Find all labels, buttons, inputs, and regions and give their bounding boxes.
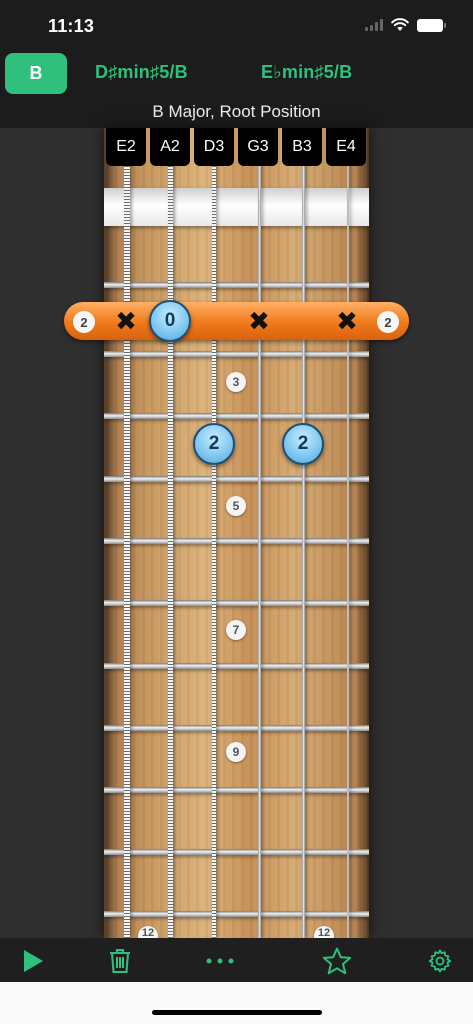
string-b3[interactable] <box>302 128 305 938</box>
star-icon[interactable] <box>322 946 352 976</box>
string-label-e4[interactable]: E4 <box>326 128 366 166</box>
mute-icon-g3[interactable]: ✖ <box>245 307 273 335</box>
string-e4[interactable] <box>347 128 349 938</box>
fret-wire <box>104 663 369 669</box>
fret-wire <box>104 787 369 793</box>
status-icons <box>365 18 446 32</box>
string-label-g3[interactable]: G3 <box>238 128 278 166</box>
fret-wire <box>104 476 369 482</box>
more-icon[interactable] <box>205 946 235 976</box>
finger-b3-fret2[interactable]: 2 <box>282 423 324 465</box>
battery-icon <box>417 18 446 32</box>
status-bar: 11:13 <box>0 0 473 50</box>
string-label-a2[interactable]: A2 <box>150 128 190 166</box>
fret-marker-5: 5 <box>226 496 246 516</box>
bottom-toolbar <box>0 938 473 982</box>
string-label-d3[interactable]: D3 <box>194 128 234 166</box>
app-root: 11:13 B D♯min♯5/B E♭min♯5/B B Major, Roo… <box>0 0 473 1024</box>
fret-wire <box>104 282 369 288</box>
chord-header: B D♯min♯5/B E♭min♯5/B B Major, Root Posi… <box>0 50 473 128</box>
string-label-e2[interactable]: E2 <box>106 128 146 166</box>
wood-grain <box>104 128 369 938</box>
gear-icon[interactable] <box>425 946 455 976</box>
barre-left-fret-label: 2 <box>73 311 95 333</box>
string-label-b3[interactable]: B3 <box>282 128 322 166</box>
wifi-icon <box>391 18 409 31</box>
fret-wire <box>104 600 369 606</box>
trash-icon[interactable] <box>105 946 135 976</box>
home-indicator[interactable] <box>152 1010 322 1015</box>
selected-chord-button[interactable]: B <box>5 53 67 94</box>
fretboard[interactable]: E2 A2 D3 G3 B3 E4 3 5 7 9 12 12 <box>104 128 369 938</box>
fret-wire <box>104 538 369 544</box>
fret-wire <box>104 911 369 917</box>
fret-marker-3: 3 <box>226 372 246 392</box>
barre-right-fret-label: 2 <box>377 311 399 333</box>
mute-icon-e4[interactable]: ✖ <box>333 307 361 335</box>
fret-wire <box>104 725 369 731</box>
cellular-signal-icon <box>365 19 383 31</box>
nut <box>104 188 369 226</box>
alt-chord-button-1[interactable]: D♯min♯5/B <box>95 62 188 83</box>
fret-marker-9: 9 <box>226 742 246 762</box>
chord-name-label: B Major, Root Position <box>152 102 321 121</box>
fret-wire <box>104 413 369 419</box>
open-string-a2[interactable]: 0 <box>149 300 191 342</box>
string-a2[interactable] <box>168 128 173 938</box>
play-icon[interactable] <box>18 946 48 976</box>
string-d3[interactable] <box>212 128 216 938</box>
finger-d3-fret2[interactable]: 2 <box>193 423 235 465</box>
home-indicator-area <box>0 982 473 1024</box>
fret-marker-7: 7 <box>226 620 246 640</box>
fret-wire <box>104 849 369 855</box>
barre-bar[interactable]: 2 ✖ ✖ ✖ 2 <box>64 302 409 340</box>
string-e2[interactable] <box>124 128 130 938</box>
fret-wire <box>104 351 369 357</box>
mute-icon-e2[interactable]: ✖ <box>112 307 140 335</box>
string-g3[interactable] <box>258 128 261 938</box>
alt-chord-button-2[interactable]: E♭min♯5/B <box>261 62 352 83</box>
status-time: 11:13 <box>48 16 95 36</box>
